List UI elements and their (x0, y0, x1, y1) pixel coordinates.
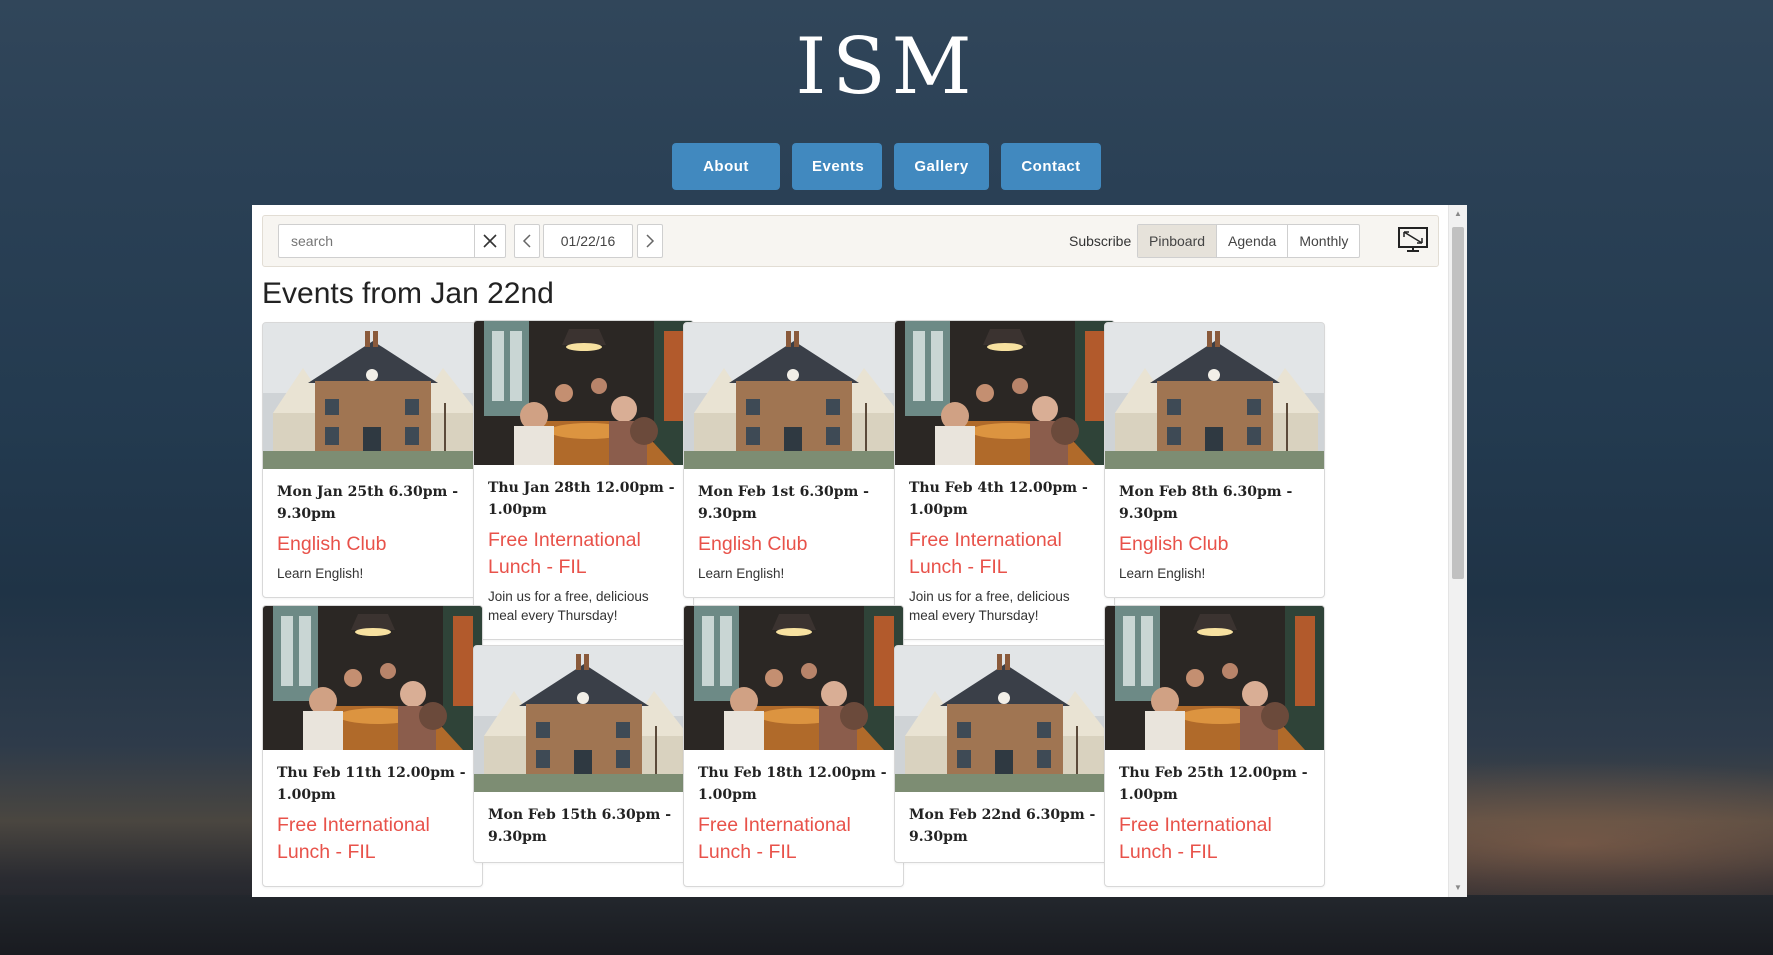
event-date: Mon Feb 1st 6.30pm - 9.30pm (698, 484, 869, 522)
event-card[interactable]: Mon Jan 25th 6.30pm - 9.30pm English Club… (262, 322, 483, 598)
event-date: Mon Jan 25th 6.30pm - 9.30pm (277, 484, 459, 522)
event-card-body: Mon Feb 22nd 6.30pm - 9.30pm (895, 792, 1114, 862)
event-date: Thu Feb 11th 12.00pm - 1.00pm (277, 765, 466, 803)
event-date: Thu Feb 18th 12.00pm - 1.00pm (698, 765, 887, 803)
event-description: Learn English! (277, 566, 364, 581)
event-description: Join us for a free, delicious meal every… (488, 589, 649, 623)
event-title-link[interactable]: English Club (698, 531, 889, 558)
event-card[interactable]: Thu Feb 4th 12.00pm - 1.00pm Free Interna… (894, 320, 1115, 640)
event-card-body: Thu Jan 28th 12.00pm - 1.00pm Free Intern… (474, 465, 693, 639)
event-card[interactable]: Thu Jan 28th 12.00pm - 1.00pm Free Intern… (473, 320, 694, 640)
event-description: Learn English! (698, 566, 785, 581)
clear-search-button[interactable] (474, 225, 505, 257)
event-date: Thu Jan 28th 12.00pm - 1.00pm (488, 480, 675, 518)
scrollbar-thumb[interactable] (1452, 227, 1464, 579)
event-lunch-photo[interactable] (474, 321, 693, 465)
event-title-link[interactable]: Free International Lunch - FIL (1119, 812, 1310, 866)
nav-about-us-button[interactable]: About Us (672, 143, 780, 222)
close-icon (483, 234, 497, 248)
chevron-right-icon (646, 234, 655, 248)
nav-contact-button[interactable]: Contact (1001, 143, 1101, 190)
event-card-body: Mon Feb 15th 6.30pm - 9.30pm (474, 792, 693, 862)
event-card-body: Mon Feb 8th 6.30pm - 9.30pm English Club L… (1105, 469, 1324, 597)
background-shoreline (0, 895, 1773, 955)
search-input[interactable] (279, 225, 469, 257)
event-date: Mon Feb 15th 6.30pm - 9.30pm (488, 807, 672, 845)
event-card[interactable]: Thu Feb 11th 12.00pm - 1.00pm Free Intern… (262, 605, 483, 887)
vertical-scrollbar[interactable]: ▲ ▼ (1448, 205, 1467, 897)
event-card[interactable]: Mon Feb 8th 6.30pm - 9.30pm English Club L… (1104, 322, 1325, 598)
event-title-link[interactable]: Free International Lunch - FIL (698, 812, 889, 866)
event-lunch-photo[interactable] (684, 606, 903, 750)
event-card[interactable]: Mon Feb 1st 6.30pm - 9.30pm English Club L… (683, 322, 904, 598)
date-field[interactable]: 01/22/16 (543, 224, 633, 258)
event-lunch-photo[interactable] (263, 606, 482, 750)
event-date: Thu Feb 4th 12.00pm - 1.00pm (909, 480, 1088, 518)
previous-date-button[interactable] (514, 224, 540, 258)
nav-gallery-button[interactable]: Gallery (894, 143, 989, 190)
event-card[interactable]: Mon Feb 22nd 6.30pm - 9.30pm (894, 645, 1115, 863)
event-house-photo[interactable] (684, 323, 903, 469)
event-card-body: Mon Feb 1st 6.30pm - 9.30pm English Club L… (684, 469, 903, 597)
event-date: Thu Feb 25th 12.00pm - 1.00pm (1119, 765, 1308, 803)
event-house-photo[interactable] (263, 323, 482, 469)
event-house-photo[interactable] (1105, 323, 1324, 469)
event-title-link[interactable]: English Club (1119, 531, 1310, 558)
event-card[interactable]: Mon Feb 15th 6.30pm - 9.30pm (473, 645, 694, 863)
next-date-button[interactable] (637, 224, 663, 258)
event-lunch-photo[interactable] (895, 321, 1114, 465)
event-house-photo[interactable] (895, 646, 1114, 792)
calendar-toolbar: 01/22/16 Subscribe Pinboard Agenda Month… (262, 215, 1439, 267)
event-description: Learn English! (1119, 566, 1206, 581)
main-nav: About Us Events Gallery Contact (0, 143, 1773, 222)
scroll-down-arrow-icon[interactable]: ▼ (1449, 881, 1467, 895)
subscribe-link[interactable]: Subscribe (1069, 233, 1131, 249)
event-date: Mon Feb 22nd 6.30pm - 9.30pm (909, 807, 1096, 845)
view-agenda-button[interactable]: Agenda (1217, 225, 1289, 257)
view-monthly-button[interactable]: Monthly (1288, 225, 1359, 257)
view-switcher: Pinboard Agenda Monthly (1137, 224, 1361, 258)
event-title-link[interactable]: English Club (277, 531, 468, 558)
event-house-photo[interactable] (474, 646, 693, 792)
event-card[interactable]: Thu Feb 18th 12.00pm - 1.00pm Free Intern… (683, 605, 904, 887)
fullscreen-monitor-icon (1398, 227, 1428, 252)
event-card-body: Thu Feb 25th 12.00pm - 1.00pm Free Intern… (1105, 750, 1324, 886)
chevron-left-icon (522, 234, 531, 248)
event-title-link[interactable]: Free International Lunch - FIL (277, 812, 468, 866)
fullscreen-button[interactable] (1397, 226, 1429, 254)
event-card-body: Thu Feb 11th 12.00pm - 1.00pm Free Intern… (263, 750, 482, 886)
nav-events-button[interactable]: Events (792, 143, 882, 190)
event-title-link[interactable]: Free International Lunch - FIL (909, 527, 1100, 581)
search-box (278, 224, 506, 258)
scroll-up-arrow-icon[interactable]: ▲ (1449, 207, 1467, 221)
events-heading: Events from Jan 22nd (262, 277, 554, 310)
event-date: Mon Feb 8th 6.30pm - 9.30pm (1119, 484, 1293, 522)
calendar-panel: 01/22/16 Subscribe Pinboard Agenda Month… (252, 205, 1467, 897)
event-card-body: Thu Feb 18th 12.00pm - 1.00pm Free Intern… (684, 750, 903, 886)
event-card-body: Mon Jan 25th 6.30pm - 9.30pm English Club… (263, 469, 482, 597)
event-card-body: Thu Feb 4th 12.00pm - 1.00pm Free Interna… (895, 465, 1114, 639)
event-description: Join us for a free, delicious meal every… (909, 589, 1070, 623)
event-lunch-photo[interactable] (1105, 606, 1324, 750)
event-title-link[interactable]: Free International Lunch - FIL (488, 527, 679, 581)
event-card[interactable]: Thu Feb 25th 12.00pm - 1.00pm Free Intern… (1104, 605, 1325, 887)
site-title: ISM (795, 22, 978, 112)
view-pinboard-button[interactable]: Pinboard (1138, 225, 1218, 257)
